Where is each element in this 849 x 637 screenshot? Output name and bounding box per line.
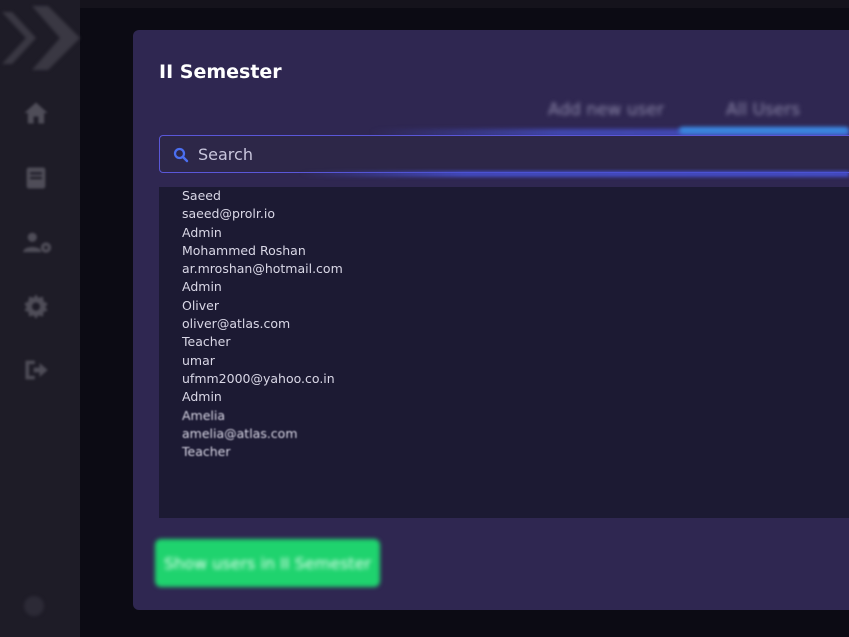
search-underline-glow bbox=[300, 171, 849, 177]
user-role: Admin bbox=[182, 389, 222, 405]
user-name[interactable]: Saeed bbox=[182, 187, 343, 205]
user-avatar[interactable] bbox=[24, 596, 44, 616]
users-cog-icon[interactable] bbox=[22, 229, 54, 257]
book-icon[interactable] bbox=[22, 164, 50, 192]
user-email: saeed@prolr.io bbox=[182, 206, 275, 222]
user-role: Teacher bbox=[182, 334, 231, 350]
user-role: Teacher bbox=[182, 444, 231, 460]
user-role: Admin bbox=[182, 279, 222, 295]
user-list: Saeed saeed@prolr.io Admin Mohammed Rosh… bbox=[182, 187, 343, 461]
show-users-button[interactable]: Show users in II Semester bbox=[155, 539, 380, 587]
sign-out-icon[interactable] bbox=[22, 356, 50, 384]
tab-all-users[interactable]: All Users bbox=[726, 100, 800, 120]
user-name[interactable]: umar bbox=[182, 352, 343, 370]
logo-chevrons-icon bbox=[2, 6, 80, 70]
user-email: amelia@atlas.com bbox=[182, 425, 298, 441]
sidebar bbox=[0, 0, 80, 637]
user-email: ufmm2000@yahoo.co.in bbox=[182, 370, 335, 386]
user-email: oliver@atlas.com bbox=[182, 316, 291, 332]
search-input[interactable] bbox=[198, 136, 798, 172]
user-name[interactable]: Oliver bbox=[182, 297, 343, 315]
active-tab-indicator bbox=[679, 127, 849, 134]
gear-icon[interactable] bbox=[22, 292, 50, 320]
search-field[interactable] bbox=[159, 135, 849, 173]
tab-add-new-user[interactable]: Add new user bbox=[548, 100, 664, 120]
window-top-strip bbox=[80, 0, 849, 8]
user-name[interactable]: Mohammed Roshan bbox=[182, 242, 343, 260]
user-role: Admin bbox=[182, 224, 222, 240]
user-name[interactable]: Amelia bbox=[182, 407, 343, 425]
search-icon bbox=[173, 147, 189, 163]
page-title: II Semester bbox=[159, 61, 282, 83]
home-icon[interactable] bbox=[22, 99, 50, 127]
user-email: ar.mroshan@hotmail.com bbox=[182, 261, 343, 277]
